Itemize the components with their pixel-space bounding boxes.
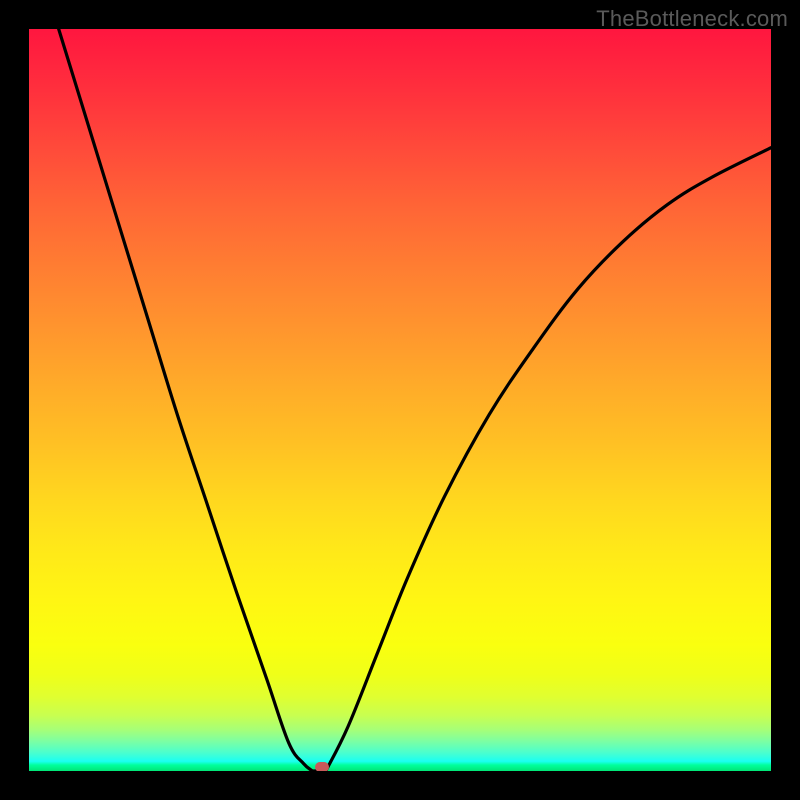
chart-stage: TheBottleneck.com: [0, 0, 800, 800]
watermark-text: TheBottleneck.com: [596, 6, 788, 32]
curve-layer: [29, 29, 771, 771]
plot-area: [29, 29, 771, 771]
bottleneck-curve: [59, 29, 771, 771]
minimum-marker: [315, 762, 329, 771]
